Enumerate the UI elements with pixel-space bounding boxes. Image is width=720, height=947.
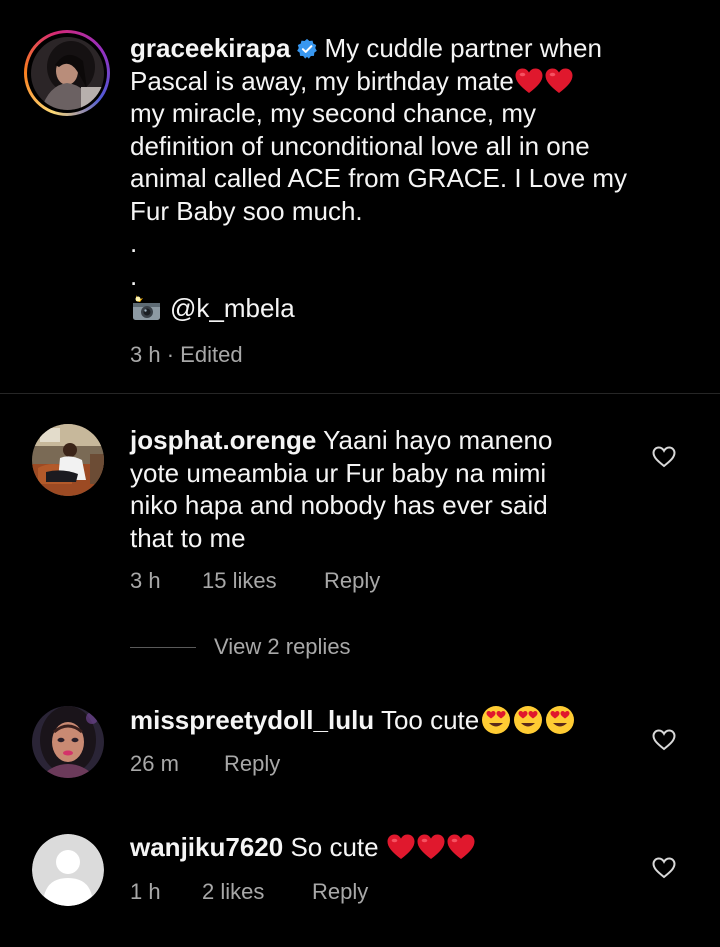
caption-line-1: My cuddle partner when: [324, 33, 602, 63]
comment-text: wanjiku7620 So cute: [130, 831, 620, 864]
red-heart-emoji: [447, 834, 475, 859]
comment-line: niko hapa and nobody has ever said: [130, 490, 548, 520]
comment-time: 26 m: [130, 751, 179, 776]
replies-line: [130, 646, 196, 648]
default-avatar-icon[interactable]: [32, 834, 104, 906]
caption-edited-label: Edited: [180, 342, 243, 367]
comment-username[interactable]: misspreetydoll_lulu: [130, 705, 374, 735]
caption-line-4: definition of unconditional love all in …: [130, 130, 590, 161]
comment-body: Too cute: [380, 705, 480, 735]
caption-line-3: my miracle, my second chance, my: [130, 98, 537, 128]
reply-button[interactable]: Reply: [324, 568, 380, 594]
reply-button[interactable]: Reply: [312, 879, 368, 905]
comment-text: misspreetydoll_lulu Too cute: [130, 704, 620, 737]
caption-divider: [0, 393, 720, 394]
comment-username[interactable]: wanjiku7620: [130, 832, 283, 862]
caption-meta: 3 h · Edited: [130, 342, 243, 368]
comment-avatar[interactable]: [32, 706, 104, 778]
caption-text: graceekirapa My cuddle partner when Pasc…: [130, 32, 690, 325]
avatar-photo: [30, 36, 104, 110]
avatar-photo: [32, 706, 104, 778]
red-heart-emoji: [515, 68, 543, 93]
red-heart-emoji: [417, 834, 445, 859]
heart-eyes-emoji: [482, 706, 511, 734]
photo-credit-mention[interactable]: @k_mbela: [170, 293, 295, 323]
comment-meta: 3 h 15 likes Reply: [130, 568, 380, 594]
avatar-photo: [32, 424, 104, 496]
comment-likes[interactable]: 15 likes: [202, 568, 324, 594]
caption-time: 3 h: [130, 342, 161, 367]
comment-line: yote umeambia ur Fur baby na mimi: [130, 457, 547, 488]
view-replies-label: View 2 replies: [214, 634, 351, 659]
heart-eyes-emoji: [546, 706, 575, 734]
caption-separator: ·: [166, 342, 175, 367]
heart-eyes-emoji: [514, 706, 543, 734]
comment-avatar[interactable]: [32, 424, 104, 496]
comment-time: 1 h: [130, 879, 161, 904]
caption-username[interactable]: graceekirapa: [130, 33, 290, 63]
verified-badge-icon: [297, 38, 318, 59]
caption-line-5: animal called ACE from GRACE. I Love my: [130, 163, 628, 193]
comment-text: josphat.orenge Yaani hayo maneno yote um…: [130, 424, 620, 554]
caption-line-6: Fur Baby soo much.: [130, 195, 363, 226]
heart-outline-icon[interactable]: [652, 446, 676, 468]
reply-button[interactable]: Reply: [224, 751, 280, 777]
comment-meta: 26 m Reply: [130, 751, 280, 777]
comment-line: Yaani hayo maneno: [323, 425, 553, 455]
heart-outline-icon[interactable]: [652, 729, 676, 751]
caption-avatar: [30, 36, 104, 110]
camera-flash-emoji: [133, 295, 160, 320]
comment-meta: 1 h 2 likes Reply: [130, 879, 368, 905]
caption-dot: .: [130, 260, 138, 291]
red-heart-emoji: [387, 834, 415, 859]
comment-line: that to me: [130, 522, 246, 553]
comment-likes[interactable]: 2 likes: [202, 879, 312, 905]
comment-time: 3 h: [130, 568, 161, 593]
view-replies-button[interactable]: View 2 replies: [130, 634, 351, 660]
red-heart-emoji: [545, 68, 573, 93]
heart-outline-icon[interactable]: [652, 857, 676, 879]
comment-username[interactable]: josphat.orenge: [130, 425, 316, 455]
caption-avatar-story-ring[interactable]: [24, 30, 110, 116]
caption-line-2: Pascal is away, my birthday mate: [130, 65, 514, 96]
post-caption: graceekirapa My cuddle partner when Pasc…: [0, 0, 720, 393]
caption-dot: .: [130, 228, 138, 258]
comment-body: So cute: [290, 832, 379, 862]
